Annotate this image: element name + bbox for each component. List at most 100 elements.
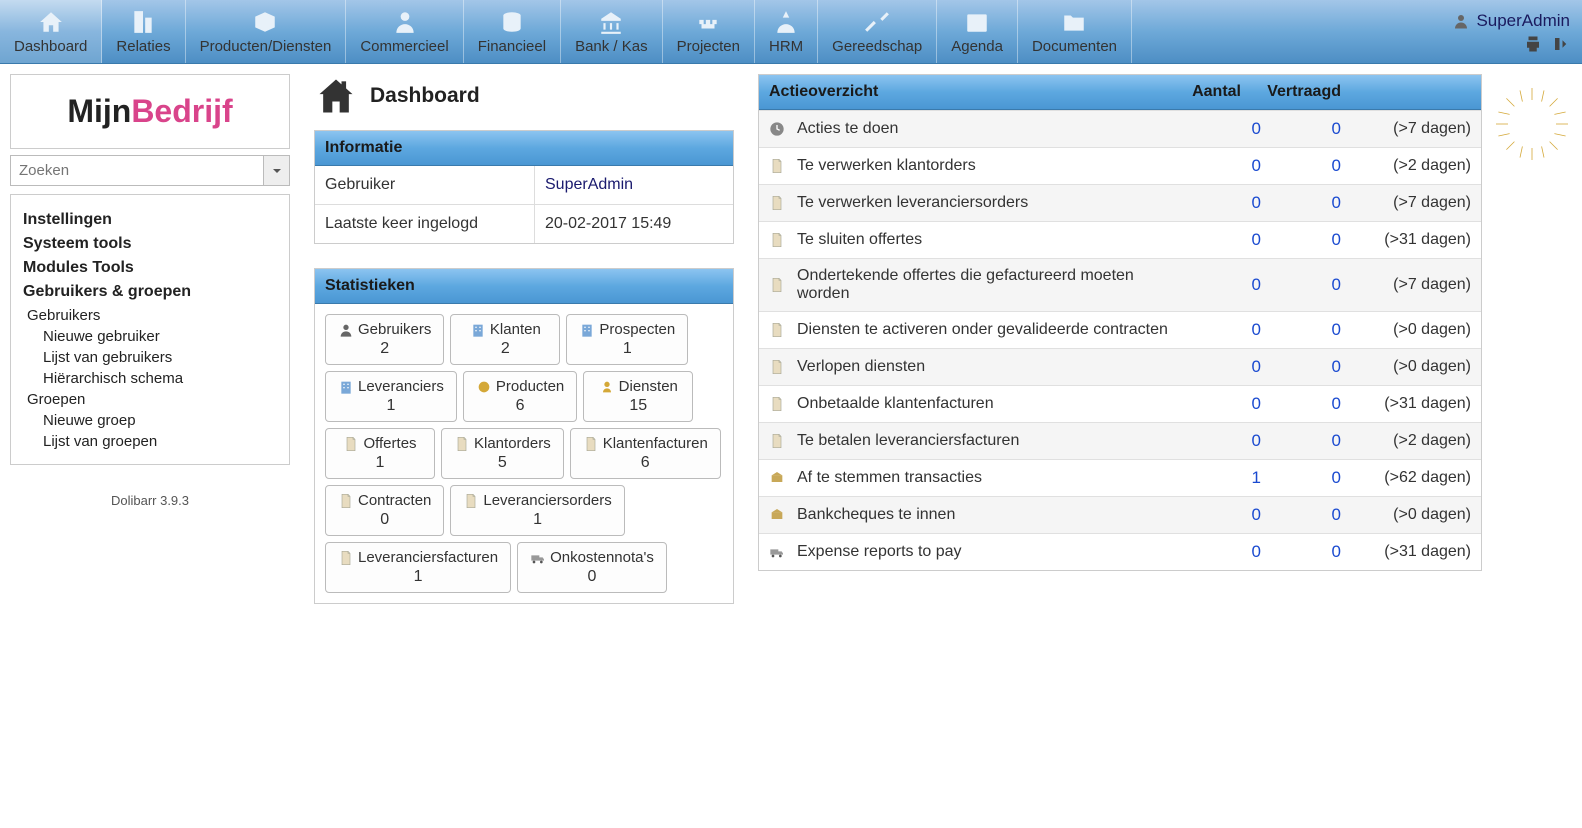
menu-item-gebruikers[interactable]: Gebruikers [27,307,277,324]
chevron-down-icon [272,166,282,176]
action-aantal: 0 [1181,119,1261,139]
menu-item-nieuwe-groep[interactable]: Nieuwe groep [43,412,277,429]
building2-icon [470,322,486,338]
nav-item-gereedschap[interactable]: Gereedschap [818,0,937,63]
doc-icon [769,277,789,293]
menu-section-instellingen[interactable]: Instellingen [23,211,277,229]
action-row[interactable]: Verlopen diensten00(>0 dagen) [759,348,1481,385]
nav-item-dashboard[interactable]: Dashboard [0,0,102,63]
search-input[interactable] [10,155,264,186]
stat-onkostennota-s[interactable]: Onkostennota's0 [517,542,667,593]
action-aantal: 0 [1181,193,1261,213]
person-icon [391,8,419,36]
nav-item-producten-diensten[interactable]: Producten/Diensten [186,0,347,63]
nav-item-documenten[interactable]: Documenten [1018,0,1132,63]
info-row: GebruikerSuperAdmin [315,166,733,204]
action-row[interactable]: Bankcheques te innen00(>0 dagen) [759,496,1481,533]
menu-item-lijst-van-groepen[interactable]: Lijst van groepen [43,433,277,450]
user-link[interactable]: SuperAdmin [1452,11,1570,31]
action-delay: (>7 dagen) [1341,120,1471,138]
nav-item-hrm[interactable]: HRM [755,0,818,63]
stat-klanten[interactable]: Klanten2 [450,314,560,365]
building2-icon [579,322,595,338]
action-panel: Actieoverzicht Aantal Vertraagd Acties t… [758,74,1482,571]
stat-leveranciersorders[interactable]: Leveranciersorders1 [450,485,624,536]
action-label: Te sluiten offertes [797,231,1181,249]
service-icon [599,379,615,395]
nav-item-commercieel[interactable]: Commercieel [346,0,463,63]
stat-value: 1 [338,397,444,415]
menu-section-gebruikers-groepen[interactable]: Gebruikers & groepen [23,283,277,301]
stat-value: 6 [583,454,708,472]
action-panel-header: Actieoverzicht Aantal Vertraagd [759,75,1481,110]
stat-diensten[interactable]: Diensten15 [583,371,693,422]
action-row[interactable]: Te sluiten offertes00(>31 dagen) [759,221,1481,258]
action-delay: (>7 dagen) [1341,276,1471,294]
stat-offertes[interactable]: Offertes1 [325,428,435,479]
action-row[interactable]: Te verwerken klantorders00(>2 dagen) [759,147,1481,184]
menu-section-systeem-tools[interactable]: Systeem tools [23,235,277,253]
calendar-icon [963,8,991,36]
doc-icon [343,436,359,452]
stat-label: Producten [496,378,564,395]
stat-label: Klanten [490,321,541,338]
action-label: Bankcheques te innen [797,506,1181,524]
action-row[interactable]: Onbetaalde klantenfacturen00(>31 dagen) [759,385,1481,422]
action-row[interactable]: Te verwerken leveranciersorders00(>7 dag… [759,184,1481,221]
bank2-icon [769,470,789,486]
menu-item-groepen[interactable]: Groepen [27,391,277,408]
menu-section-modules-tools[interactable]: Modules Tools [23,259,277,277]
stat-producten[interactable]: Producten 6 [463,371,577,422]
stat-label: Leveranciersorders [483,492,611,509]
action-label: Expense reports to pay [797,543,1181,561]
action-row[interactable]: Acties te doen00(>7 dagen) [759,110,1481,147]
menu-item-nieuwe-gebruiker[interactable]: Nieuwe gebruiker [43,328,277,345]
action-aantal: 1 [1181,468,1261,488]
action-aantal: 0 [1181,542,1261,562]
action-delay: (>0 dagen) [1341,321,1471,339]
action-row[interactable]: Ondertekende offertes die gefactureerd m… [759,258,1481,311]
stat-prospecten[interactable]: Prospecten1 [566,314,688,365]
stat-label: Klantorders [474,435,551,452]
menu-item-lijst-van-gebruikers[interactable]: Lijst van gebruikers [43,349,277,366]
nav-item-financieel[interactable]: Financieel [464,0,561,63]
nav-item-relaties[interactable]: Relaties [102,0,185,63]
search-dropdown-button[interactable] [264,155,290,186]
stat-klantenfacturen[interactable]: Klantenfacturen6 [570,428,721,479]
stat-value: 6 [476,397,564,415]
logout-icon[interactable] [1552,35,1570,53]
menu-item-hi-rarchisch-schema[interactable]: Hiërarchisch schema [43,370,277,387]
action-label: Te verwerken klantorders [797,157,1181,175]
info-value[interactable]: SuperAdmin [535,166,733,204]
user-area: SuperAdmin [1440,0,1582,63]
nav-item-agenda[interactable]: Agenda [937,0,1018,63]
action-vertraagd: 0 [1261,119,1341,139]
action-row[interactable]: Te betalen leveranciersfacturen00(>2 dag… [759,422,1481,459]
stat-value: 0 [338,511,431,529]
action-row[interactable]: Diensten te activeren onder gevalideerde… [759,311,1481,348]
bank2-icon [769,507,789,523]
nav-label: Documenten [1032,38,1117,55]
stat-contracten[interactable]: Contracten0 [325,485,444,536]
nav-item-bank-kas[interactable]: Bank / Kas [561,0,663,63]
stat-leveranciersfacturen[interactable]: Leveranciersfacturen1 [325,542,511,593]
nav-label: Bank / Kas [575,38,648,55]
nav-item-projecten[interactable]: Projecten [663,0,755,63]
stats-panel: Statistieken Gebruikers2Klanten2Prospect… [314,268,734,604]
action-row[interactable]: Af te stemmen transacties10(>62 dagen) [759,459,1481,496]
stat-value: 2 [338,340,431,358]
action-vertraagd: 0 [1261,357,1341,377]
doc-icon [463,493,479,509]
doc-icon [769,158,789,174]
stat-klantorders[interactable]: Klantorders5 [441,428,564,479]
stat-label: Leveranciers [358,378,444,395]
info-row: Laatste keer ingelogd20-02-2017 15:49 [315,204,733,243]
doc-icon [769,433,789,449]
print-icon[interactable] [1524,35,1542,53]
user-icon [1452,12,1470,30]
stat-gebruikers[interactable]: Gebruikers2 [325,314,444,365]
stat-leveranciers[interactable]: Leveranciers 1 [325,371,457,422]
action-vertraagd: 0 [1261,275,1341,295]
action-row[interactable]: Expense reports to pay00(>31 dagen) [759,533,1481,570]
nav-label: Relaties [116,38,170,55]
